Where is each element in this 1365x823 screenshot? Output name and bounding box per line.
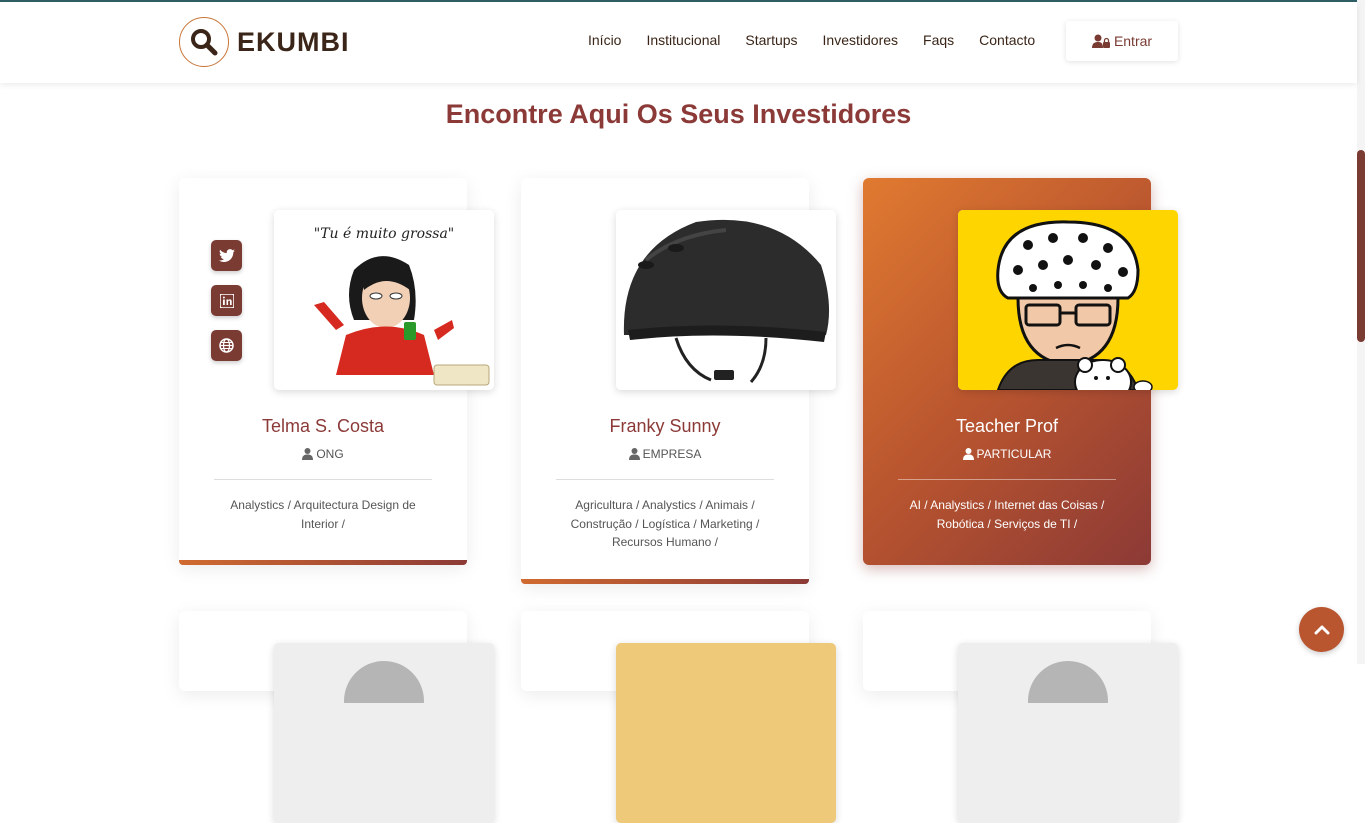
investor-photo bbox=[616, 210, 836, 390]
investor-type-label: ONG bbox=[316, 447, 344, 461]
investor-photo bbox=[958, 643, 1178, 823]
investor-name[interactable]: Teacher Prof bbox=[863, 416, 1151, 437]
investor-card[interactable] bbox=[863, 611, 1178, 823]
investor-photo bbox=[958, 210, 1178, 390]
investor-type: PARTICULAR bbox=[863, 447, 1151, 461]
investor-photo bbox=[274, 643, 494, 823]
linkedin-icon[interactable] bbox=[211, 285, 242, 316]
investor-type: ONG bbox=[179, 447, 467, 461]
investor-card[interactable]: "Tu é muito grossa" Telma S. Costa ONG A… bbox=[179, 178, 494, 565]
user-icon bbox=[962, 448, 974, 460]
investor-card[interactable]: Teacher Prof PARTICULAR AI / Analystics … bbox=[863, 178, 1178, 565]
investor-type-label: PARTICULAR bbox=[976, 447, 1052, 461]
investor-type: EMPRESA bbox=[521, 447, 809, 461]
nav-faqs[interactable]: Faqs bbox=[923, 32, 954, 48]
investor-name[interactable]: Franky Sunny bbox=[521, 416, 809, 437]
card-accent-bar bbox=[179, 560, 467, 565]
nav-inicio[interactable]: Início bbox=[588, 32, 621, 48]
site-header: EKUMBI Início Institucional Startups Inv… bbox=[0, 2, 1357, 83]
card-divider bbox=[898, 479, 1116, 480]
user-icon bbox=[628, 448, 640, 460]
twitter-icon[interactable] bbox=[211, 240, 242, 271]
scrollbar-thumb[interactable] bbox=[1357, 150, 1365, 342]
globe-icon[interactable] bbox=[211, 330, 242, 361]
investor-photo: "Tu é muito grossa" bbox=[274, 210, 494, 390]
main-nav: Início Institucional Startups Investidor… bbox=[588, 32, 1060, 48]
card-divider bbox=[214, 479, 432, 480]
login-button[interactable]: Entrar bbox=[1066, 21, 1178, 61]
login-label: Entrar bbox=[1113, 33, 1153, 49]
nav-institucional[interactable]: Institucional bbox=[646, 32, 720, 48]
back-to-top-button[interactable] bbox=[1299, 607, 1344, 652]
investor-sectors: Analystics / Arquitectura Design de Inte… bbox=[230, 498, 416, 531]
brand-logo[interactable]: EKUMBI bbox=[179, 17, 350, 67]
nav-contacto[interactable]: Contacto bbox=[979, 32, 1035, 48]
search-icon bbox=[179, 17, 229, 67]
card-accent-bar bbox=[521, 579, 809, 584]
investor-sectors: AI / Analystics / Internet das Coisas / … bbox=[909, 498, 1105, 531]
nav-startups[interactable]: Startups bbox=[745, 32, 797, 48]
user-lock-icon bbox=[1091, 34, 1110, 48]
investor-name[interactable]: Telma S. Costa bbox=[179, 416, 467, 437]
page-title: Encontre Aqui Os Seus Investidores bbox=[445, 99, 912, 129]
nav-investidores[interactable]: Investidores bbox=[823, 32, 898, 48]
photo-caption: "Tu é muito grossa" bbox=[314, 226, 455, 242]
investor-card[interactable] bbox=[521, 611, 836, 823]
investor-card[interactable]: Franky Sunny EMPRESA Agricultura / Analy… bbox=[521, 178, 836, 584]
chevron-up-icon bbox=[1314, 625, 1329, 634]
card-divider bbox=[556, 479, 774, 480]
investor-card[interactable] bbox=[179, 611, 494, 823]
investor-sectors: Agricultura / Analystics / Animais / Con… bbox=[570, 498, 760, 549]
brand-name: EKUMBI bbox=[237, 26, 350, 57]
user-icon bbox=[302, 448, 314, 460]
investor-photo bbox=[616, 643, 836, 823]
investor-type-label: EMPRESA bbox=[642, 447, 702, 461]
